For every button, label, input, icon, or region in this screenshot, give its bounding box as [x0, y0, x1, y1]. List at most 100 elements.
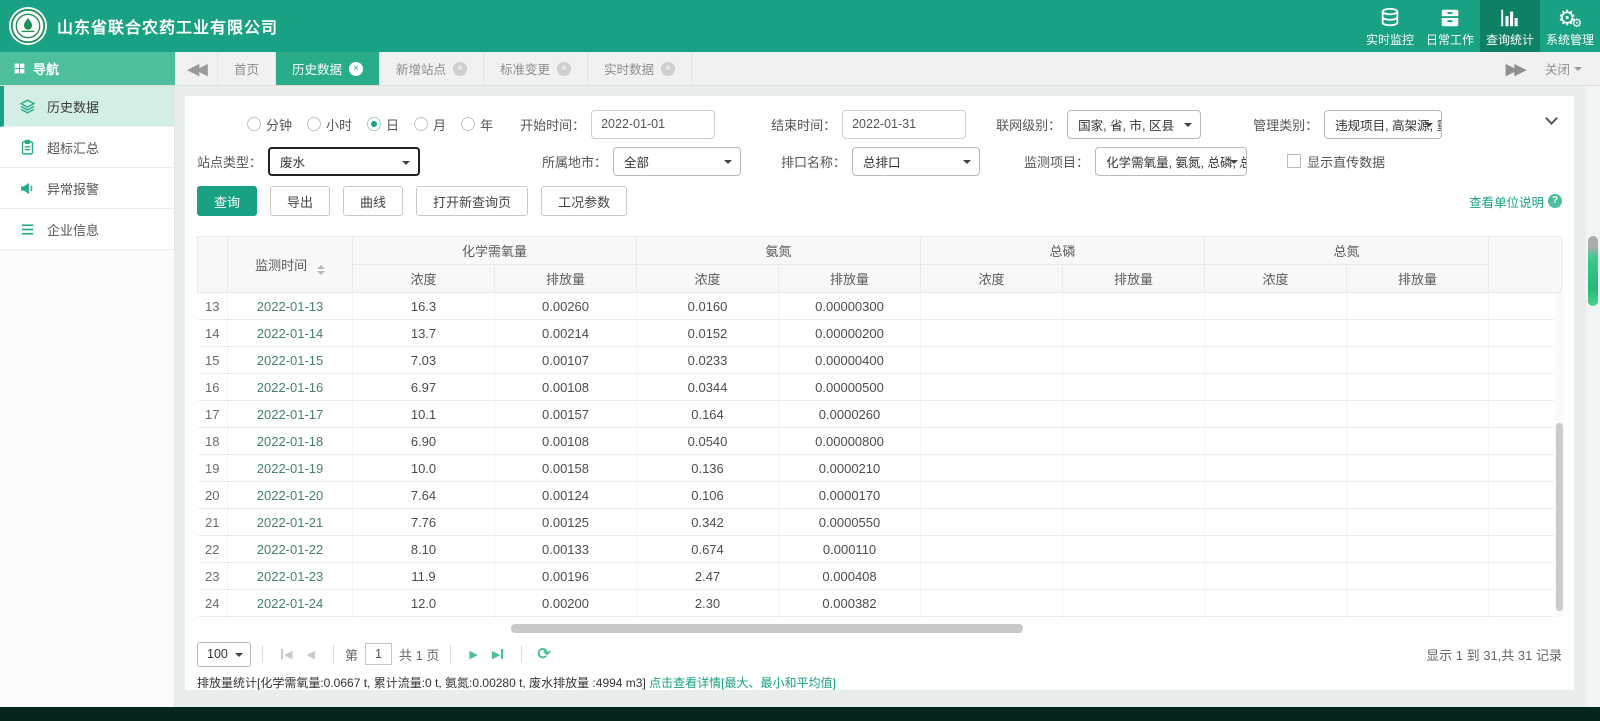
- next-page-button[interactable]: ▶: [469, 648, 477, 661]
- cell-value: 0.0160: [636, 292, 780, 320]
- monitor-items-select[interactable]: 化学需氧量, 氨氮, 总磷, 总: [1095, 146, 1248, 176]
- table-row[interactable]: 21 2022-01-21 7.76 0.00125 0.342 0.0000550: [197, 508, 1562, 536]
- table-row[interactable]: 24 2022-01-24 12.0 0.00200 2.30 0.000382: [197, 589, 1562, 617]
- alarm-speaker-icon: [21, 182, 33, 194]
- radio-circle-icon: [461, 117, 476, 131]
- nav-daily-work[interactable]: 日常工作: [1420, 0, 1480, 52]
- cell-value: [1062, 481, 1206, 509]
- nav-label: 实时监控: [1365, 32, 1414, 47]
- horizontal-scrollbar-thumb[interactable]: [510, 624, 1023, 633]
- curve-button[interactable]: 曲线: [343, 186, 404, 216]
- nav-query-statistics[interactable]: 查询统计: [1480, 0, 1540, 52]
- cell-value: [1488, 346, 1562, 374]
- nav-system-management[interactable]: ⚙ ⚙ 系统管理: [1540, 0, 1600, 52]
- cell-value: 0.00108: [494, 373, 638, 401]
- table-row[interactable]: 17 2022-01-17 10.1 0.00157 0.164 0.0000260: [197, 400, 1562, 428]
- cell-value: [1488, 454, 1562, 482]
- company-logo: [9, 7, 47, 45]
- page-scrollbar-thumb[interactable]: [1588, 236, 1598, 306]
- sidebar-item-history-data[interactable]: 历史数据: [0, 86, 174, 127]
- sub-header-concentration: 浓度: [1204, 264, 1348, 293]
- time-column-header[interactable]: 监测时间: [227, 236, 353, 293]
- group-header-tp: 总磷: [920, 236, 1206, 265]
- table-row[interactable]: 23 2022-01-23 11.9 0.00196 2.47 0.000408: [197, 562, 1562, 590]
- sort-icon[interactable]: [316, 264, 325, 275]
- sidebar-item-enterprise-info[interactable]: 企业信息: [0, 209, 174, 250]
- divider: [332, 645, 334, 663]
- last-page-button[interactable]: ▶: [492, 648, 503, 661]
- close-tabs-menu[interactable]: 关闭: [1545, 59, 1582, 78]
- sidebar-item-abnormal-alarm[interactable]: 异常报警: [0, 168, 174, 209]
- environment-emblem-icon: [10, 8, 46, 44]
- cell-value: [1062, 589, 1206, 617]
- refresh-icon[interactable]: ⟳: [537, 644, 550, 664]
- page-scrollbar: [1586, 86, 1600, 707]
- start-time-input[interactable]: [591, 109, 716, 139]
- table-row[interactable]: 20 2022-01-20 7.64 0.00124 0.106 0.0000170: [197, 481, 1562, 509]
- cell-value: [1062, 400, 1206, 428]
- export-button[interactable]: 导出: [270, 186, 331, 216]
- tab-close-icon[interactable]: ×: [557, 61, 572, 76]
- table-row[interactable]: 22 2022-01-22 8.10 0.00133 0.674 0.000110: [197, 535, 1562, 563]
- tab-realtime-data[interactable]: 实时数据 ×: [588, 52, 693, 85]
- current-page-input[interactable]: [364, 643, 392, 665]
- tab-close-icon[interactable]: ×: [349, 61, 364, 76]
- vertical-scrollbar-thumb[interactable]: [1556, 422, 1563, 611]
- sub-header-emission: 排放量: [778, 264, 922, 293]
- emission-stats-text: 排放量统计[化学需氧量:0.0667 t, 累计流量:0 t, 氨氮:0.002…: [197, 676, 646, 690]
- show-direct-data-checkbox[interactable]: 显示直传数据: [1287, 152, 1385, 171]
- radio-year[interactable]: 年: [461, 115, 493, 134]
- tab-standard-change[interactable]: 标准变更 ×: [484, 52, 589, 85]
- sidebar-item-label: 企业信息: [47, 222, 100, 238]
- page-size-select[interactable]: 100: [197, 641, 251, 667]
- end-time-input[interactable]: [842, 109, 967, 139]
- first-page-button[interactable]: ◀: [281, 648, 292, 661]
- radio-minute[interactable]: 分钟: [247, 115, 292, 134]
- tabs-scroll-right-icon[interactable]: ▶▶: [1506, 60, 1526, 78]
- cell-value: 0.000408: [778, 562, 922, 590]
- site-type-select[interactable]: 废水: [268, 146, 421, 176]
- cell-date: 2022-01-18: [227, 427, 353, 455]
- city-select[interactable]: 全部: [613, 146, 742, 176]
- unit-help-link[interactable]: 查看单位说明 ?: [1469, 192, 1562, 211]
- cell-value: 0.00000400: [778, 346, 922, 374]
- filter-row-1: 分钟 小时 日 月 年 开始时间： 2022-01-01 结束时间： 2022-…: [247, 108, 1562, 140]
- table-row[interactable]: 15 2022-01-15 7.03 0.00107 0.0233 0.00000400: [197, 346, 1562, 374]
- cell-value: 0.00214: [494, 319, 638, 347]
- radio-hour[interactable]: 小时: [307, 115, 352, 134]
- cell-value: 2.30: [636, 589, 780, 617]
- table-row[interactable]: 19 2022-01-19 10.0 0.00158 0.136 0.0000210: [197, 454, 1562, 482]
- filler-header: [1488, 236, 1562, 293]
- radio-day[interactable]: 日: [367, 115, 399, 134]
- cell-value: [1204, 454, 1348, 482]
- tab-close-icon[interactable]: ×: [453, 61, 468, 76]
- prev-page-button[interactable]: ◀: [306, 648, 314, 661]
- select-value: 国家, 省, 市, 区县: [1078, 118, 1174, 133]
- cell-value: [1346, 481, 1490, 509]
- tabs-scroll-left-icon[interactable]: ◀◀: [175, 52, 217, 85]
- table-row[interactable]: 13 2022-01-13 16.3 0.00260 0.0160 0.00000300: [197, 292, 1562, 320]
- table-row[interactable]: 14 2022-01-14 13.7 0.00214 0.0152 0.00000200: [197, 319, 1562, 347]
- table-row[interactable]: 16 2022-01-16 6.97 0.00108 0.0344 0.00000500: [197, 373, 1562, 401]
- tab-close-icon[interactable]: ×: [661, 61, 676, 76]
- tab-label: 标准变更: [500, 63, 551, 77]
- tab-new-site[interactable]: 新增站点 ×: [380, 52, 485, 85]
- cell-value: 0.00133: [494, 535, 638, 563]
- tab-home[interactable]: 首页: [217, 52, 277, 85]
- manage-type-select[interactable]: 违规项目, 高架源, 重点排污: [1324, 109, 1443, 139]
- tab-history-data[interactable]: 历史数据 ×: [276, 52, 381, 85]
- nav-realtime-monitor[interactable]: 实时监控: [1360, 0, 1420, 52]
- table-row[interactable]: 18 2022-01-18 6.90 0.00108 0.0540 0.00000800: [197, 427, 1562, 455]
- network-level-select[interactable]: 国家, 省, 市, 区县: [1067, 109, 1202, 139]
- cell-value: [1204, 562, 1348, 590]
- sidebar-item-exceedance-summary[interactable]: 超标汇总: [0, 127, 174, 168]
- condition-params-button[interactable]: 工况参数: [541, 186, 628, 216]
- city-label: 所属地市：: [542, 154, 608, 170]
- radio-month[interactable]: 月: [414, 115, 446, 134]
- query-button[interactable]: 查询: [197, 186, 258, 216]
- cell-value: 6.90: [352, 427, 495, 455]
- open-new-query-button[interactable]: 打开新查询页: [416, 186, 529, 216]
- view-detail-link[interactable]: 点击查看详情[最大、最小和平均值]: [649, 676, 836, 690]
- cell-value: [1488, 292, 1562, 320]
- outlet-name-select[interactable]: 总排口: [852, 146, 981, 176]
